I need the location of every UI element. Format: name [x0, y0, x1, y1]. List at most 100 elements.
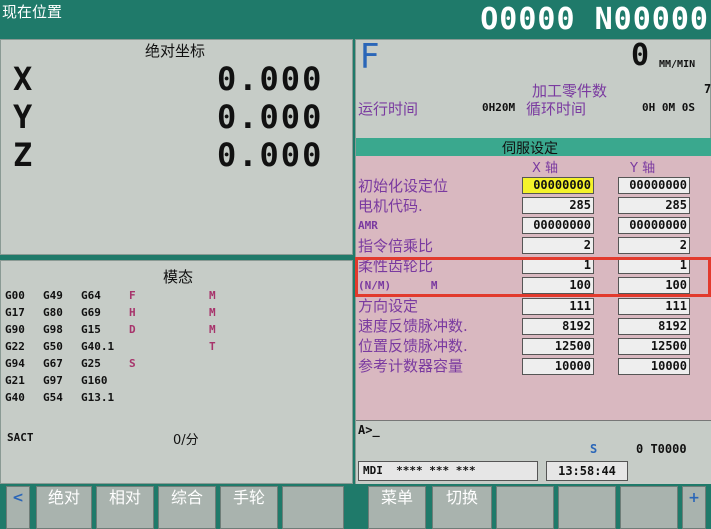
- modal-gcode-table: G00 G49 G64 F M G17 G80 G69 H M G90 G98 G15 D M G22 G…: [5, 287, 229, 406]
- gcode: G54: [43, 391, 63, 404]
- param-value-y[interactable]: 00000000: [618, 177, 690, 194]
- softkey-blank-4[interactable]: [620, 486, 678, 529]
- param-value-x[interactable]: 00000000: [522, 217, 594, 234]
- gcode: G00: [5, 289, 25, 302]
- run-time-value: 0H20M: [482, 101, 516, 114]
- modal-letter: D: [129, 323, 136, 336]
- param-label: 指令倍乘比: [358, 237, 434, 255]
- cycle-time-label: 循环时间: [526, 100, 587, 118]
- feed-unit: MM/MIN: [659, 59, 696, 70]
- softkey-right-arrow[interactable]: +: [682, 486, 706, 529]
- modal-letter: [129, 338, 209, 355]
- gcode: G50: [43, 340, 63, 353]
- softkey-blank-2[interactable]: [496, 486, 554, 529]
- softkey-handle[interactable]: 手轮: [220, 486, 278, 529]
- param-value-y[interactable]: 00000000: [618, 217, 690, 234]
- screen-title: 现在位置: [2, 3, 63, 21]
- modal-letter: F: [129, 289, 136, 302]
- softkey-all[interactable]: 综合: [158, 486, 216, 529]
- gcode: G80: [43, 306, 63, 319]
- param-value-y[interactable]: 10000: [618, 358, 690, 375]
- gcode: G69: [81, 306, 101, 319]
- modal-row: G17 G80 G69 H M: [5, 304, 229, 321]
- gcode: G22: [5, 340, 25, 353]
- axis-name-y: Y: [13, 98, 33, 136]
- softkey-relative[interactable]: 相对: [96, 486, 154, 529]
- feed-label: F: [360, 37, 380, 77]
- modal-row: G94 G67 G25 S: [5, 355, 229, 372]
- param-label: AMR: [358, 219, 378, 232]
- modal-m: M: [209, 306, 216, 319]
- tool-number: 0 T0000: [636, 442, 687, 456]
- param-value-x[interactable]: 111: [522, 298, 594, 315]
- param-value-y[interactable]: 8192: [618, 318, 690, 335]
- sact-value: 0/分: [173, 433, 199, 448]
- servo-title: 伺服设定: [502, 141, 558, 157]
- axis-name-z: Z: [13, 136, 33, 174]
- gcode: G97: [43, 374, 63, 387]
- modal-row: G21 G97 G160: [5, 372, 229, 389]
- column-header-x: X 轴: [532, 161, 559, 176]
- gcode: G90: [5, 323, 25, 336]
- gcode: G67: [43, 357, 63, 370]
- modal-row: G00 G49 G64 F M: [5, 287, 229, 304]
- gcode: G94: [5, 357, 25, 370]
- param-value-y[interactable]: 2: [618, 237, 690, 254]
- softkey-switch[interactable]: 切换: [432, 486, 492, 529]
- param-label: 电机代码.: [358, 197, 423, 215]
- gcode: G160: [81, 374, 108, 387]
- command-input-line[interactable]: A>_: [356, 420, 711, 441]
- program-number: O0000 N00000: [480, 2, 709, 37]
- modal-m: T: [209, 340, 216, 353]
- softkey-left-arrow[interactable]: <: [6, 486, 30, 529]
- axis-value-x: 0.000: [217, 60, 324, 98]
- cycle-time-value: 0H 0M 0S: [642, 101, 695, 114]
- modal-m: [209, 389, 229, 406]
- axis-name-x: X: [13, 60, 33, 98]
- axis-value-y: 0.000: [217, 98, 324, 136]
- softkey-absolute[interactable]: 绝对: [36, 486, 92, 529]
- modal-letter: S: [129, 357, 136, 370]
- modal-m: M: [209, 323, 216, 336]
- param-label: 位置反馈脉冲数.: [358, 337, 468, 355]
- gcode: G21: [5, 374, 25, 387]
- param-value-x[interactable]: 12500: [522, 338, 594, 355]
- status-row-2: MDI **** *** *** 13:58:44: [356, 460, 711, 484]
- param-value-x[interactable]: 10000: [522, 358, 594, 375]
- param-value-y[interactable]: 111: [618, 298, 690, 315]
- param-value-x[interactable]: 2: [522, 237, 594, 254]
- gcode: G64: [81, 289, 101, 302]
- softkey-blank-3[interactable]: [558, 486, 616, 529]
- param-label: 参考计数器容量: [358, 357, 464, 375]
- param-value-x[interactable]: 00000000: [522, 177, 594, 194]
- param-label: 初始化设定位: [358, 177, 449, 195]
- highlight-frame: [355, 257, 711, 297]
- gcode: G25: [81, 357, 101, 370]
- modal-letter: H: [129, 306, 136, 319]
- param-value-x[interactable]: 8192: [522, 318, 594, 335]
- clock-time: 13:58:44: [546, 461, 628, 481]
- command-input-text: A>_: [358, 423, 380, 437]
- sact-label: SACT: [7, 431, 34, 444]
- param-value-x[interactable]: 285: [522, 197, 594, 214]
- param-value-y[interactable]: 285: [618, 197, 690, 214]
- spindle-label: S: [590, 442, 598, 456]
- modal-m: [209, 355, 229, 372]
- gcode: G15: [81, 323, 101, 336]
- modal-letter: [129, 372, 209, 389]
- run-time-label: 运行时间: [358, 100, 419, 118]
- modal-title: 模态: [163, 268, 194, 286]
- modal-panel: 模态 G00 G49 G64 F M G17 G80 G69 H M G90 G98 G15 D M G…: [0, 260, 353, 484]
- position-title: 绝对坐标: [145, 42, 206, 60]
- gcode: G17: [5, 306, 25, 319]
- param-value-y[interactable]: 12500: [618, 338, 690, 355]
- param-label: 速度反馈脉冲数.: [358, 317, 468, 335]
- column-header-y: Y 轴: [630, 161, 656, 176]
- status-row-1: S 0 T0000: [356, 440, 711, 460]
- modal-m: [209, 372, 229, 389]
- modal-row: G22 G50 G40.1 T: [5, 338, 229, 355]
- softkey-blank-1[interactable]: [282, 486, 344, 529]
- gcode: G40: [5, 391, 25, 404]
- softkey-menu[interactable]: 菜单: [368, 486, 426, 529]
- modal-row: G40 G54 G13.1: [5, 389, 229, 406]
